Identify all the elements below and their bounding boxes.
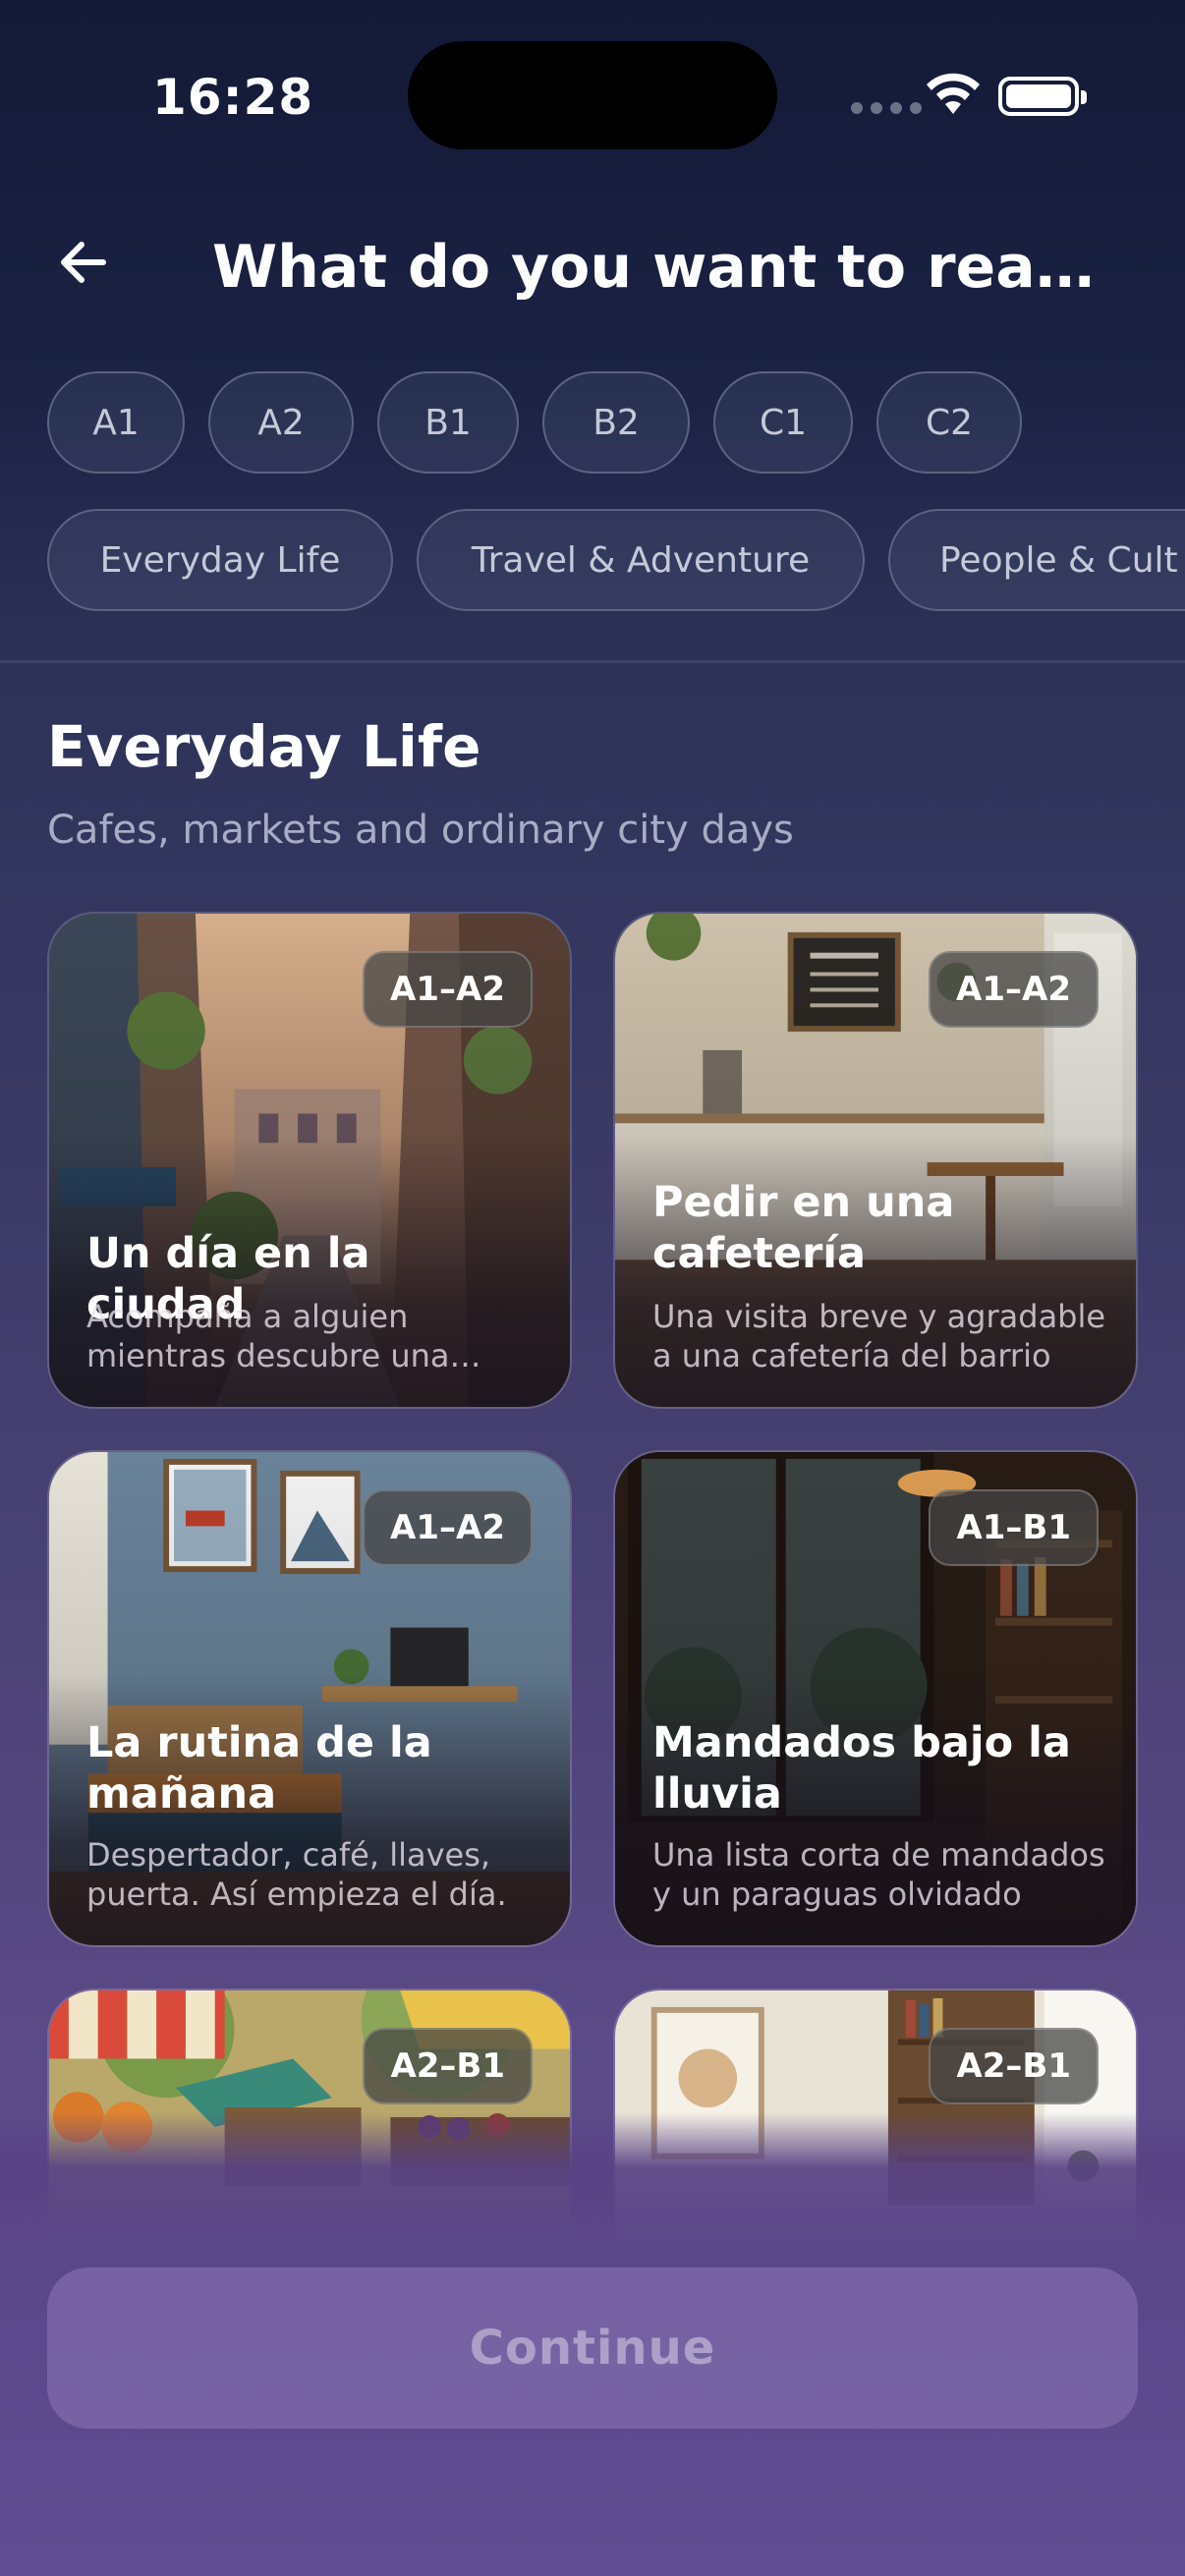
card-description: Una lista corta de mandados y un paragua… [652,1836,1105,1913]
level-badge: A2–B1 [929,2028,1099,2104]
section-subtitle: Cafes, markets and ordinary city days [47,808,794,853]
topic-chip-everyday-life[interactable]: Everyday Life [47,509,393,611]
wifi-icon [927,73,980,114]
story-card[interactable]: A1–A2 Un día en la ciudad Acompaña a alg… [47,912,572,1409]
level-chip-a2[interactable]: A2 [208,371,354,474]
back-button[interactable] [49,228,118,297]
card-title: Pedir en una cafetería [652,1178,955,1278]
level-badge: A1–B1 [929,1489,1099,1566]
cellular-signal-icon [851,102,922,114]
topic-chip-travel-adventure[interactable]: Travel & Adventure [417,509,865,611]
arrow-left-icon [61,242,106,283]
level-chip-c2[interactable]: C2 [876,371,1022,474]
level-chip-b2[interactable]: B2 [542,371,690,474]
card-title: Mandados bajo la lluvia [652,1718,1071,1819]
level-badge: A1–A2 [929,951,1099,1028]
story-card[interactable]: A1–A2 La rutina de la mañana Despertador… [47,1450,572,1947]
status-bar: 16:28 [0,0,1185,196]
level-badge: A2–B1 [363,2028,533,2104]
card-title: La rutina de la mañana [86,1718,432,1819]
screen: 16:28 What do you want to read a… A1 A2 … [0,0,1185,2576]
level-chip-b1[interactable]: B1 [377,371,519,474]
status-time: 16:28 [152,69,314,126]
dynamic-island [408,41,777,149]
level-chip-c1[interactable]: C1 [713,371,853,474]
topic-filter-row: Everyday Life Travel & Adventure People … [47,509,1185,611]
continue-button[interactable]: Continue [47,2268,1138,2429]
level-filter-row: A1 A2 B1 B2 C1 C2 [47,371,1022,474]
story-card[interactable]: A1–B1 Mandados bajo la lluvia Una lista … [613,1450,1138,1947]
level-chip-a1[interactable]: A1 [47,371,185,474]
page-title: What do you want to read a… [212,233,1126,302]
section-title: Everyday Life [47,713,481,780]
level-badge: A1–A2 [363,1489,533,1566]
card-description: Una visita breve y agradable a una cafet… [652,1298,1106,1374]
story-card[interactable]: A1–A2 Pedir en una cafetería Una visita … [613,912,1138,1409]
card-description: Despertador, café, llaves, puerta. Así e… [86,1836,507,1913]
battery-icon [998,77,1087,116]
header-divider [0,660,1185,663]
level-badge: A1–A2 [363,951,533,1028]
card-description: Acompaña a alguien mientras descubre una… [86,1298,450,1374]
topic-chip-people-culture[interactable]: People & Cult [888,509,1185,611]
